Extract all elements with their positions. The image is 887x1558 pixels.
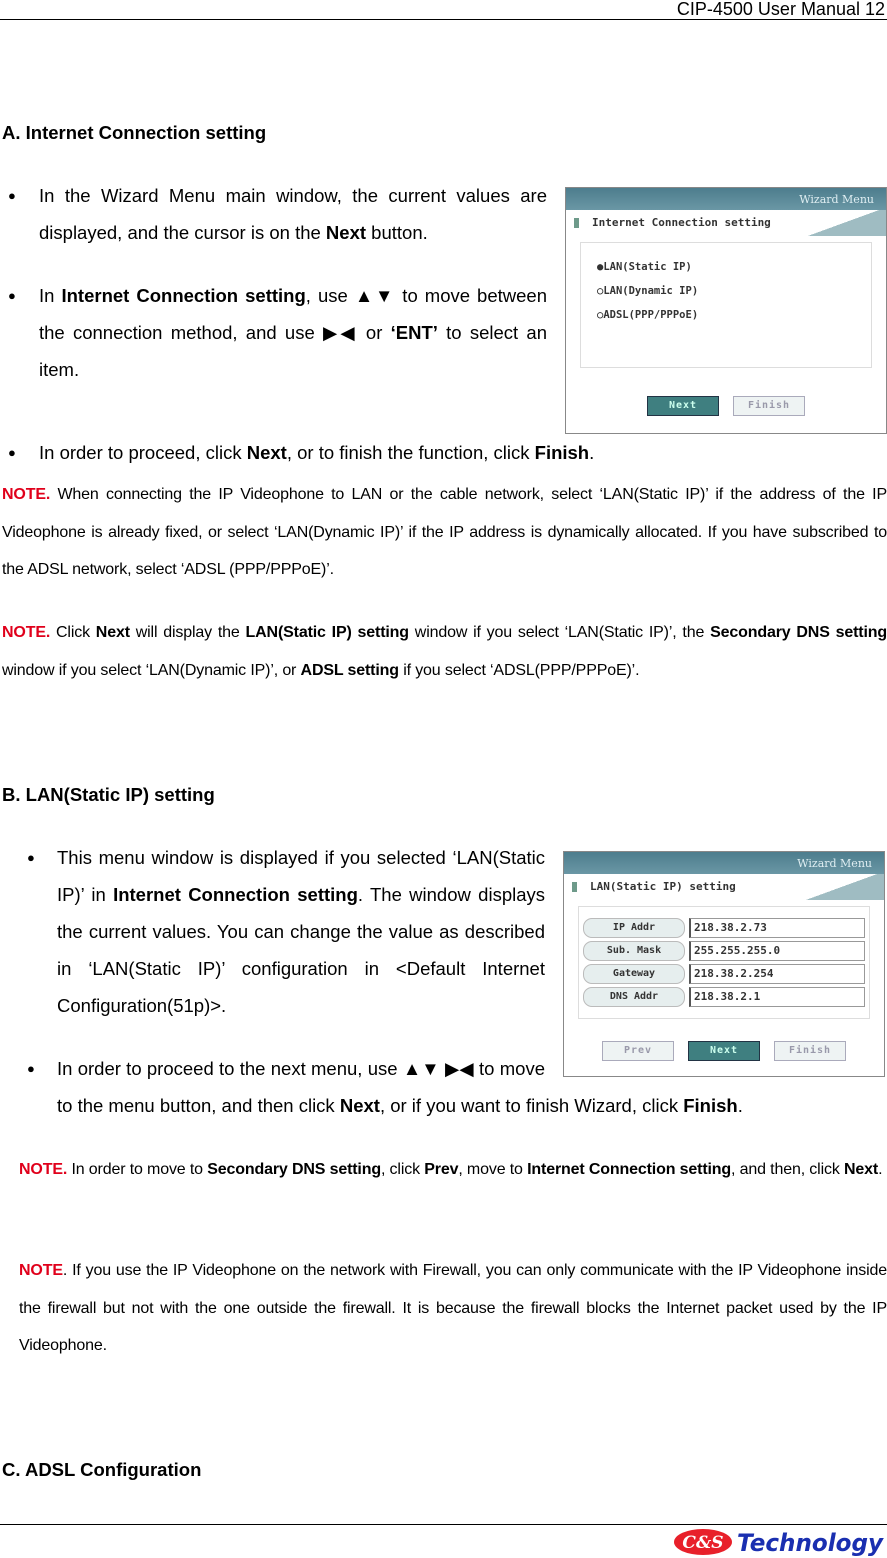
bold-term: Secondary DNS setting: [710, 624, 887, 641]
text-run: In order to proceed, click: [39, 442, 247, 463]
bold-term: Next: [95, 624, 130, 641]
bold-term: Next: [246, 442, 287, 463]
text-run: In: [39, 285, 62, 306]
text-run: window if you select ‘LAN(Static IP)’, t…: [408, 624, 711, 641]
header-rule: [0, 19, 887, 20]
note-next-window: NOTE. Click Next will display the LAN(St…: [2, 614, 887, 689]
bold-term: Secondary DNS setting: [207, 1161, 381, 1178]
bold-term: ‘ENT’: [390, 322, 438, 343]
note-label: NOTE.: [2, 486, 51, 503]
note-label: NOTE.: [2, 624, 51, 641]
text-run: , or if you want to finish Wizard, click: [379, 1095, 684, 1116]
bullet-icon: ●: [8, 288, 16, 303]
bold-term: Internet Connection setting: [113, 884, 358, 905]
bullet-item: ● In order to proceed to the next menu, u…: [19, 1050, 885, 1124]
next-button: Next: [647, 396, 719, 416]
footer-rule: [0, 1524, 887, 1525]
bold-term: Prev: [424, 1161, 459, 1178]
bold-term: Internet Connection setting: [527, 1161, 732, 1178]
note-connection-type: NOTE. When connecting the IP Videophone …: [2, 476, 887, 589]
section-a-heading: A. Internet Connection setting: [2, 122, 267, 143]
bullet-item: ● This menu window is displayed if you se…: [19, 839, 885, 1024]
bold-term: ADSL setting: [300, 661, 400, 679]
note-firewall: NOTE. If you use the IP Videophone on th…: [19, 1252, 887, 1365]
text-run: , click: [380, 1161, 425, 1178]
text-run: . If you use the IP Videophone on the ne…: [19, 1262, 887, 1354]
bold-term: Internet Connection setting: [61, 285, 306, 306]
finish-button: Finish: [733, 396, 805, 416]
bold-term: Next: [325, 222, 367, 243]
bullet-icon: ●: [27, 850, 35, 865]
svg-text:C&S: C&S: [682, 1533, 723, 1553]
text-run: will display the: [129, 624, 246, 641]
bold-term: Finish: [534, 442, 590, 463]
text-run: , move to: [458, 1161, 528, 1178]
text-run: button.: [366, 222, 428, 243]
bullet-item: ● In order to proceed, click Next, or to …: [2, 434, 887, 471]
company-logo: C&S Technology: [674, 1529, 884, 1557]
text-run: .: [737, 1095, 743, 1116]
text-run: In the Wizard Menu main window, the curr…: [39, 185, 547, 243]
section-b-heading: B. LAN(Static IP) setting: [2, 784, 215, 805]
text-run: In order to move to: [67, 1161, 208, 1178]
text-run: , and then, click: [731, 1161, 844, 1178]
text-run: When connecting the IP Videophone to LAN…: [2, 486, 887, 578]
page-header: CIP-4500 User Manual 12: [676, 0, 885, 19]
bold-term: Next: [843, 1161, 879, 1178]
note-label: NOTE: [19, 1262, 63, 1279]
bold-term: LAN(Static IP) setting: [245, 624, 410, 641]
text-run: Click: [50, 624, 96, 641]
section-b-body: Wizard Menu LAN(Static IP) setting IP Ad…: [19, 839, 885, 1150]
bullet-item: ● In Internet Connection setting, use ▲▼ …: [2, 277, 887, 388]
bullet-icon: ●: [27, 1061, 35, 1076]
text-run: .: [589, 442, 595, 463]
section-c-heading: C. ADSL Configuration: [2, 1459, 202, 1480]
option-lan-static: ●LAN(Static IP): [597, 261, 692, 273]
bullet-icon: ●: [8, 445, 16, 460]
text-run: , or to finish the function, click: [286, 442, 535, 463]
bullet-item: ● In the Wizard Menu main window, the cur…: [2, 177, 887, 251]
bold-term: Next: [339, 1095, 380, 1116]
text-run: .: [878, 1161, 883, 1178]
bold-term: Finish: [683, 1095, 738, 1116]
note-label: NOTE.: [19, 1161, 68, 1178]
text-run: if you select ‘ADSL(PPP/PPPoE)’.: [398, 661, 640, 679]
bullet-icon: ●: [8, 188, 16, 203]
svg-text:Technology: Technology: [737, 1529, 884, 1557]
note-secondary-dns: NOTE. In order to move to Secondary DNS …: [19, 1151, 887, 1189]
section-a-body: Wizard Menu Internet Connection setting …: [2, 177, 887, 497]
text-run: window if you select ‘LAN(Dynamic IP)’, …: [2, 661, 301, 679]
